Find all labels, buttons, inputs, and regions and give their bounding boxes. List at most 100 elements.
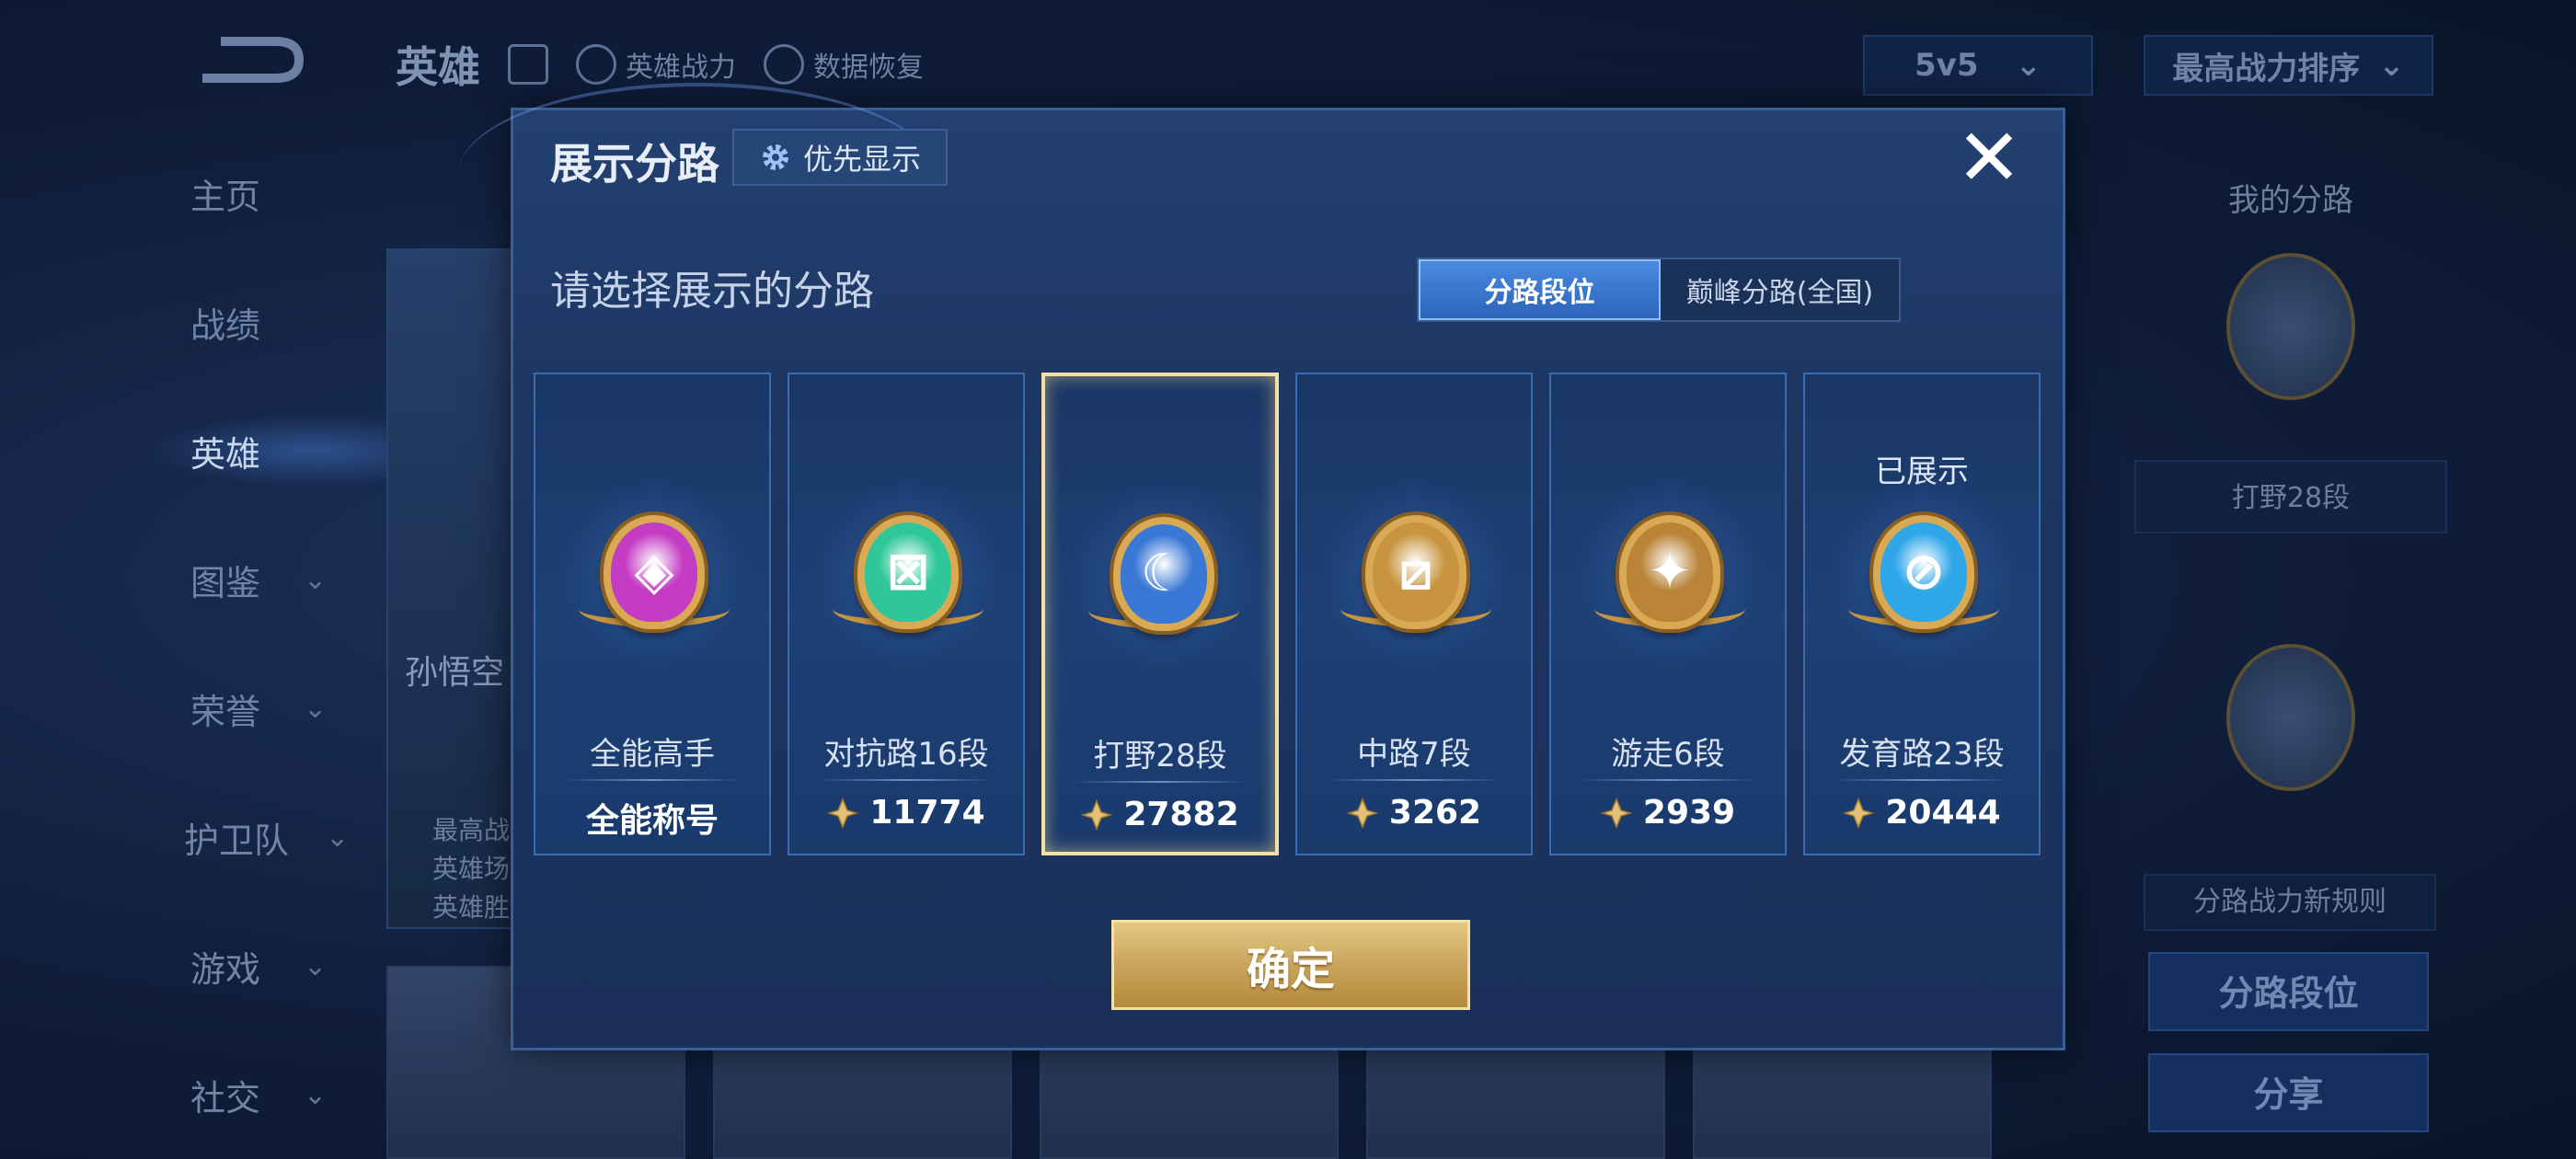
farm-lane-badge-icon (2226, 644, 2355, 791)
hero-power-link[interactable]: 英雄战力 (576, 44, 736, 85)
divider (1325, 779, 1503, 781)
sidebar-item-label: 战绩 (190, 304, 260, 346)
medal-halo: ☾ (1072, 482, 1256, 666)
lane-score: 27882 (1045, 796, 1275, 833)
sort-select[interactable]: 最高战力排序 ⌄ (2144, 35, 2433, 96)
roam-wing-icon: ✦ (1619, 515, 1720, 629)
sidebar-item-label: 英雄 (190, 433, 260, 475)
hero-name: 孙悟空 (405, 654, 505, 692)
power-icon (1600, 797, 1632, 829)
sidebar-item-label: 荣誉 (190, 691, 260, 732)
mode-select[interactable]: 5v5 ⌄ (1863, 35, 2093, 96)
sidebar-item-5[interactable]: 护卫队 ⌄ (184, 809, 386, 865)
list-icon[interactable] (508, 44, 548, 85)
jungle-badge-icon (2226, 253, 2355, 400)
chevron-down-icon: ⌄ (304, 1078, 328, 1111)
allround-icon: ◈ (604, 515, 705, 629)
sidebar-item-label: 主页 (190, 176, 260, 217)
lane-card[interactable]: ☾ 打野28段 27882 (1041, 373, 1279, 855)
sidebar: 主页 战绩 英雄 图鉴 ⌄ 荣誉 ⌄ 护卫队 ⌄ 游戏 ⌄ 社交 ⌄ (147, 0, 423, 1159)
sidebar-item-label: 社交 (190, 1077, 260, 1119)
power-icon (827, 797, 859, 829)
lane-score-value: 20444 (1885, 794, 2001, 832)
lane-power-rule-link[interactable]: 分路战力新规则 (2144, 874, 2436, 931)
power-icon (1081, 798, 1113, 831)
lane-card[interactable]: ✦ 游走6段 2939 (1549, 373, 1787, 855)
my-lane-title: 我的分路 (2228, 182, 2353, 219)
medal-halo: ⧄ (1324, 480, 1508, 664)
lane-rank-button[interactable]: 分路段位 (2148, 952, 2429, 1031)
chevron-down-icon: ⌄ (304, 563, 328, 596)
dialog-title: 展示分路 (550, 139, 719, 189)
lane-score: 全能称号 (535, 794, 769, 842)
lane-card[interactable]: ⊠ 对抗路16段 11774 (788, 373, 1025, 855)
medal-glyph: ⊠ (886, 542, 930, 602)
medal-glyph: ◈ (634, 542, 674, 602)
hero-stats: 最高战 英雄场 英雄胜 (432, 815, 511, 923)
back-arrow-icon (202, 37, 305, 83)
lane-rank-label: 游走6段 (1611, 736, 1725, 773)
lane-card[interactable]: 已展示 ⊘ 发育路23段 20444 (1803, 373, 2041, 855)
lane-score-value: 3262 (1388, 794, 1482, 832)
right-panel: 我的分路 打野28段 分路战力新规则 分路段位 分享 (2134, 147, 2447, 1159)
lane-score-value: 27882 (1123, 796, 1239, 833)
medal-glyph: ⊘ (1902, 542, 1946, 602)
gear-icon (762, 144, 788, 170)
divider (817, 779, 995, 781)
sidebar-item-1[interactable]: 战绩 (184, 294, 386, 350)
lane-rank-label: 发育路23段 (1839, 736, 2005, 773)
sidebar-item-7[interactable]: 社交 ⌄ (184, 1067, 386, 1122)
current-lane-label: 打野28段 (2134, 460, 2447, 534)
medal-halo: ⊘ (1832, 480, 2016, 664)
medal-glyph: ☾ (1140, 544, 1188, 603)
lane-score: 11774 (789, 794, 1023, 832)
chevron-down-icon: ⌄ (304, 692, 328, 725)
data-restore-link[interactable]: 数据恢复 (764, 44, 924, 85)
page-title: 英雄 (396, 42, 480, 92)
sidebar-item-4[interactable]: 荣誉 ⌄ (184, 681, 386, 736)
display-lane-dialog: 展示分路 优先显示 ✕ 请选择展示的分路 分路段位 巅峰分路(全国) ◈ 全能高手… (458, 83, 2065, 1050)
share-button[interactable]: 分享 (2148, 1053, 2429, 1132)
lane-score: 3262 (1297, 794, 1531, 832)
priority-display-button[interactable]: 优先显示 (732, 129, 948, 186)
lane-rank-label: 打野28段 (1093, 738, 1227, 775)
lane-rank-label: 中路7段 (1357, 736, 1471, 773)
sidebar-item-0[interactable]: 主页 (184, 166, 386, 221)
medal-glyph: ✦ (1648, 542, 1692, 602)
chevron-down-icon: ⌄ (2378, 47, 2405, 84)
power-icon (1843, 797, 1875, 829)
mid-lane-icon: ⧄ (1365, 515, 1466, 629)
tab-lane-rank[interactable]: 分路段位 (1419, 259, 1661, 320)
sidebar-item-6[interactable]: 游戏 ⌄ (184, 938, 386, 993)
chevron-down-icon: ⌄ (304, 949, 328, 982)
lane-type-toggle: 分路段位 巅峰分路(全国) (1417, 258, 1901, 322)
chevron-down-icon: ⌄ (326, 820, 350, 854)
sidebar-item-2[interactable]: 英雄 (184, 423, 386, 478)
close-button[interactable]: ✕ (1952, 119, 2026, 198)
lane-rank-label: 对抗路16段 (823, 736, 989, 773)
restore-icon (764, 44, 804, 85)
jungle-dragon-icon: ☾ (1113, 517, 1214, 631)
lane-score: 2939 (1551, 794, 1785, 832)
sidebar-item-label: 护卫队 (184, 820, 290, 861)
medal-halo: ✦ (1578, 480, 1762, 664)
lane-card[interactable]: ⧄ 中路7段 3262 (1295, 373, 1533, 855)
sidebar-item-label: 图鉴 (190, 562, 260, 603)
medal-halo: ⊠ (816, 480, 1000, 664)
lane-rank-label: 全能高手 (590, 736, 715, 773)
back-button[interactable] (193, 28, 305, 92)
tab-peak-lane-national[interactable]: 巅峰分路(全国) (1661, 259, 1899, 320)
divider (1579, 779, 1757, 781)
helmet-icon (576, 44, 616, 85)
divider (1833, 779, 2011, 781)
dialog-subtitle: 请选择展示的分路 (550, 268, 874, 315)
confirm-button[interactable]: 确定 (1111, 920, 1470, 1010)
power-icon (1346, 797, 1378, 829)
lane-score: 20444 (1805, 794, 2039, 832)
lane-card[interactable]: ◈ 全能高手全能称号 (534, 373, 771, 855)
clash-lane-icon: ⊠ (857, 515, 959, 629)
sidebar-item-3[interactable]: 图鉴 ⌄ (184, 552, 386, 607)
lane-score-value: 2939 (1642, 794, 1736, 832)
lane-card-list: ◈ 全能高手全能称号 ⊠ 对抗路16段 11774 ☾ 打野28段 27882 ⧄ 中路7段 326… (534, 373, 2052, 860)
chevron-down-icon: ⌄ (2015, 47, 2041, 84)
